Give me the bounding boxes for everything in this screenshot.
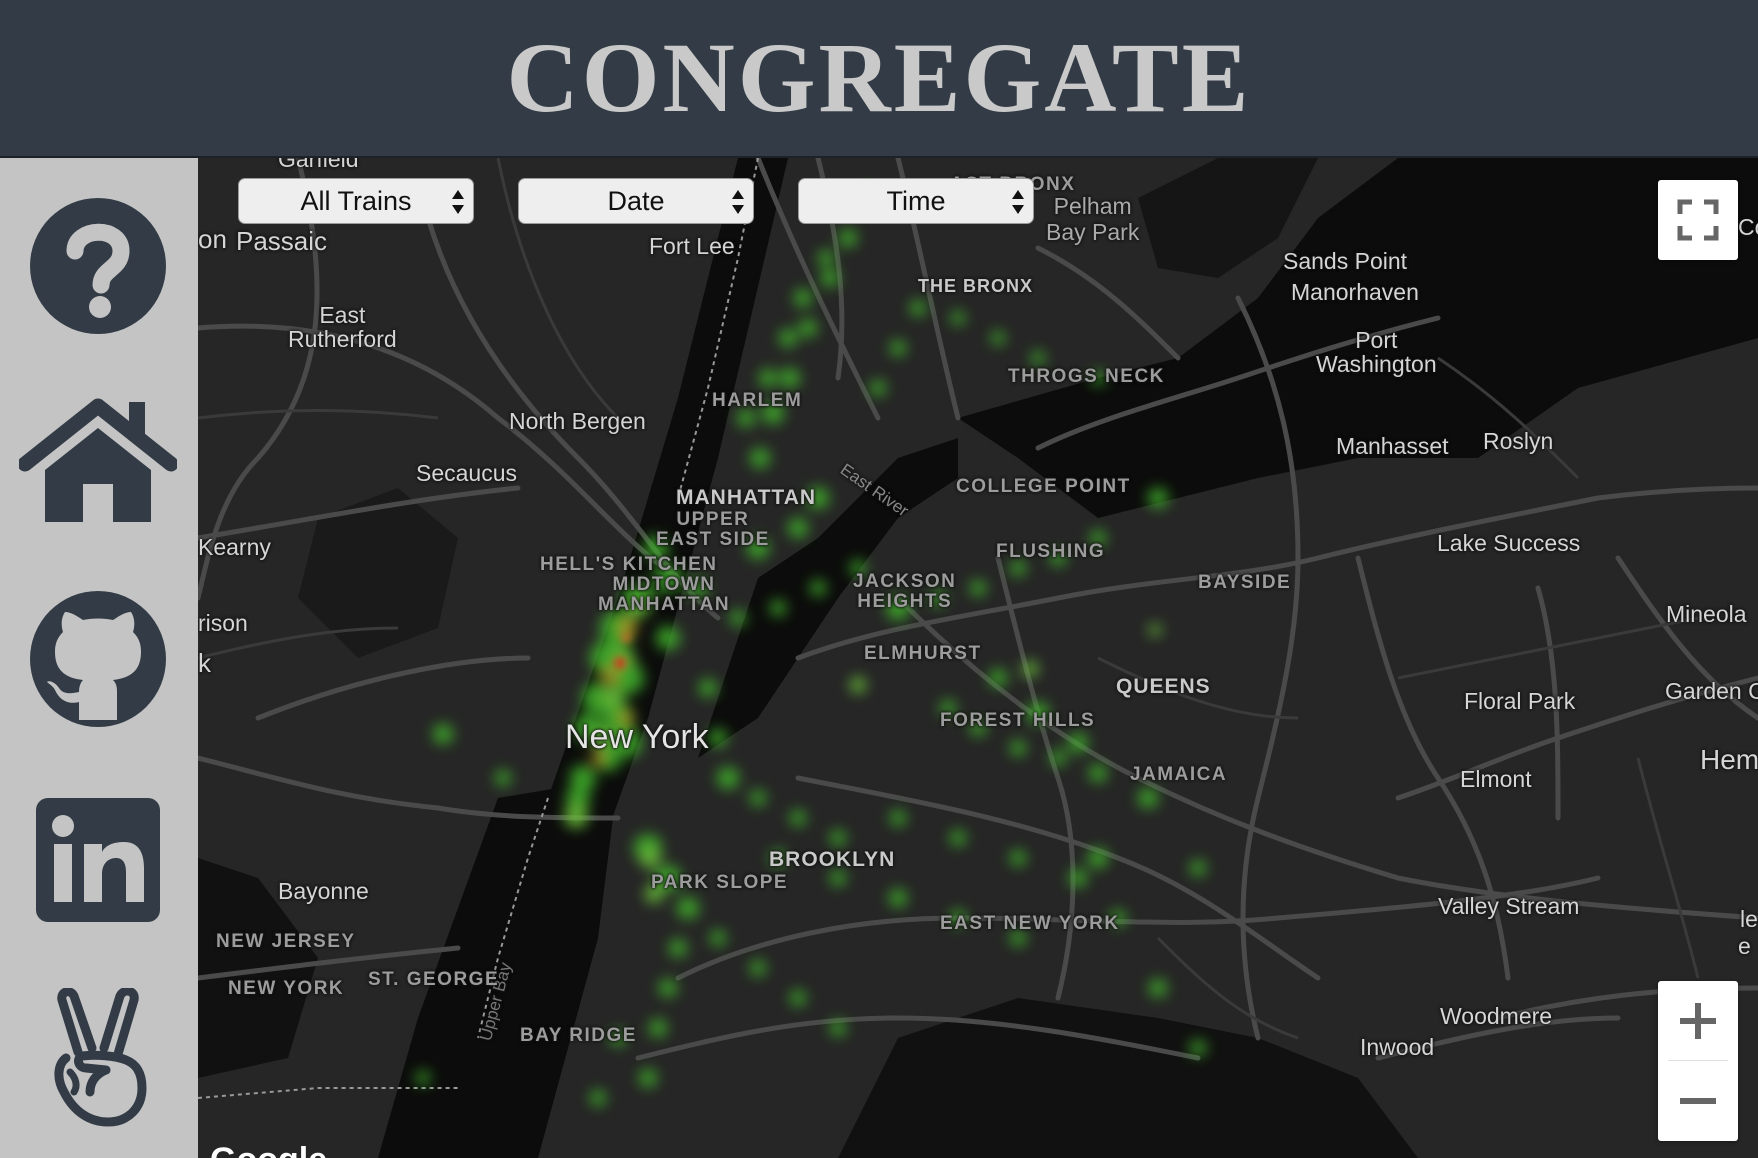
train-select-value: All Trains (300, 185, 412, 216)
map-label: rison (198, 610, 248, 636)
map-label: Manhasset (1336, 433, 1449, 459)
map-label: Kearny (198, 534, 271, 560)
map-label: Passaic (236, 226, 328, 256)
map-label: Inwood (1360, 1034, 1435, 1060)
zoom-in-button[interactable] (1658, 981, 1738, 1061)
map-label: MIDTOWN MANHATTAN (598, 574, 731, 615)
fullscreen-button[interactable] (1658, 180, 1738, 260)
map-label: Hem (1700, 744, 1758, 775)
map-label: FOREST HILLS (940, 710, 1096, 731)
date-select[interactable]: Date (518, 178, 754, 224)
map-label: FLUSHING (996, 541, 1106, 562)
map-label: Lake Success (1437, 530, 1581, 556)
linkedin-icon[interactable] (36, 798, 160, 922)
map-label: e (1738, 933, 1751, 959)
map-label: Elmont (1460, 766, 1532, 792)
map-label: Sands Point (1283, 248, 1408, 274)
question-circle-icon[interactable] (29, 197, 167, 335)
map-label: Garden C (1665, 678, 1758, 704)
map-label: NEW YORK (228, 978, 345, 999)
map-label: Fort Lee (649, 233, 735, 259)
map-label: BAYSIDE (1198, 572, 1292, 593)
map-label: Woodmere (1440, 1003, 1553, 1029)
map-label: Secaucus (416, 460, 518, 486)
minus-icon (1680, 1098, 1716, 1104)
map-label: East Rutherford (288, 302, 397, 352)
date-select-value: Date (607, 185, 665, 216)
map-label: JACKSON HEIGHTS (853, 571, 957, 612)
map-label: Floral Park (1464, 688, 1576, 714)
map-label: New York (565, 718, 709, 756)
map-label: ELMHURST (864, 643, 982, 664)
map-label: NEW JERSEY (216, 931, 356, 952)
map-label: Valley Stream (1438, 893, 1580, 919)
map-label: HARLEM (712, 390, 803, 411)
map-label: BAY RIDGE (520, 1025, 637, 1046)
map-label: k (198, 648, 211, 678)
map-label: Port Washington (1316, 327, 1437, 377)
map-label: on (198, 224, 227, 254)
app-title: CONGREGATE (506, 22, 1252, 133)
map-label: EAST NEW YORK (940, 913, 1120, 934)
map-label: THROGS NECK (1008, 366, 1165, 387)
map-label: Manorhaven (1291, 279, 1419, 305)
map-label: MANHATTAN (676, 486, 817, 509)
train-select[interactable]: All Trains (238, 178, 474, 224)
map-label: Bayonne (278, 878, 369, 904)
map-label: le (1740, 906, 1758, 932)
fullscreen-icon (1677, 199, 1719, 241)
map-label: Co (1738, 214, 1758, 240)
angellist-icon[interactable] (46, 988, 150, 1128)
map[interactable]: Garfield Passaic on Fort Lee AST BRONX P… (198, 158, 1758, 1158)
github-icon[interactable] (29, 590, 167, 728)
map-label: COLLEGE POINT (956, 476, 1131, 497)
select-arrows-icon (452, 190, 464, 214)
select-arrows-icon (732, 190, 744, 214)
google-attribution: Google (210, 1141, 327, 1158)
time-select-value: Time (886, 185, 946, 216)
map-label: North Bergen (509, 408, 646, 434)
select-arrows-icon (1012, 190, 1024, 214)
sidebar (0, 158, 198, 1158)
time-select[interactable]: Time (798, 178, 1034, 224)
map-label: HELL'S KITCHEN (540, 554, 718, 575)
map-label: Roslyn (1483, 428, 1554, 454)
zoom-control (1658, 981, 1738, 1141)
map-label: QUEENS (1116, 675, 1211, 698)
zoom-out-button[interactable] (1658, 1061, 1738, 1141)
app-header: CONGREGATE (0, 0, 1758, 158)
map-label: Garfield (278, 158, 359, 172)
map-label: UPPER EAST SIDE (656, 509, 770, 550)
plus-icon (1680, 1003, 1716, 1039)
map-label: JAMAICA (1130, 764, 1228, 785)
map-label: Pelham Bay Park (1046, 193, 1140, 245)
map-label: THE BRONX (918, 276, 1034, 296)
map-label: ST. GEORGE (368, 969, 500, 990)
map-label: Mineola (1666, 601, 1747, 627)
home-icon[interactable] (19, 398, 177, 522)
map-label: BROOKLYN (769, 848, 896, 871)
map-label: PARK SLOPE (651, 872, 789, 893)
